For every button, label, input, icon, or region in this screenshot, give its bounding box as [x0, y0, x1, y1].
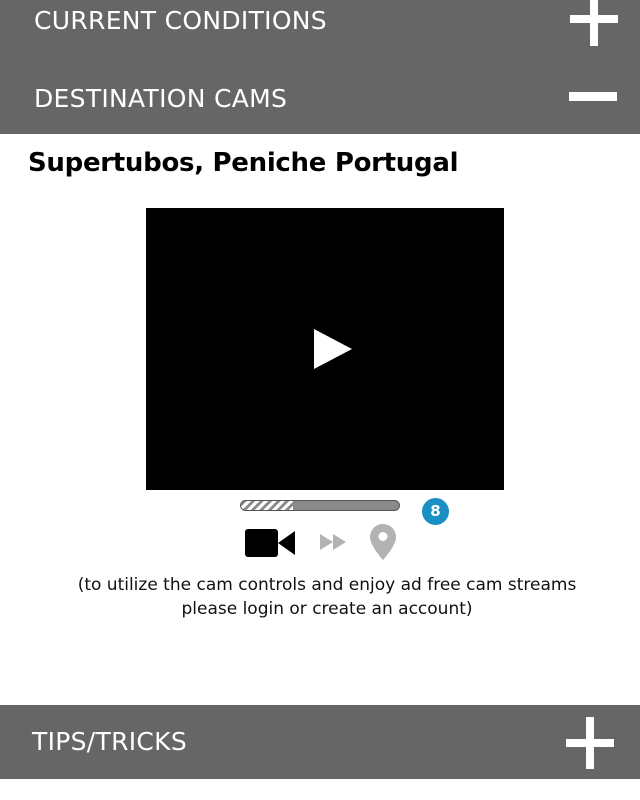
tips-tricks-label: TIPS/TRICKS [32, 727, 188, 756]
destination-cams-header[interactable]: DESTINATION CAMS [0, 58, 640, 134]
fast-forward-icon[interactable] [320, 534, 348, 550]
video-camera-icon[interactable] [245, 527, 295, 559]
plus-icon[interactable] [566, 717, 614, 769]
plus-icon[interactable] [570, 0, 618, 46]
count-badge: 8 [422, 498, 449, 525]
page: CURRENT CONDITIONS DESTINATION CAMS Supe… [0, 0, 640, 800]
location-pin-icon[interactable] [370, 524, 396, 560]
minus-icon[interactable] [569, 92, 617, 101]
progress-fill [241, 501, 294, 510]
destination-cams-label: DESTINATION CAMS [34, 84, 288, 113]
login-note-line2: please login or create an account) [181, 599, 473, 619]
current-conditions-label: CURRENT CONDITIONS [34, 6, 327, 35]
video-player[interactable] [146, 208, 504, 490]
login-note: (to utilize the cam controls and enjoy a… [60, 573, 594, 621]
cam-title: Supertubos, Peniche Portugal [28, 148, 459, 178]
tips-tricks-header[interactable]: TIPS/TRICKS [0, 705, 640, 779]
current-conditions-header[interactable]: CURRENT CONDITIONS [0, 0, 640, 58]
play-icon[interactable] [314, 329, 352, 369]
stream-progress-bar [240, 500, 400, 511]
login-note-line1: (to utilize the cam controls and enjoy a… [77, 575, 577, 595]
